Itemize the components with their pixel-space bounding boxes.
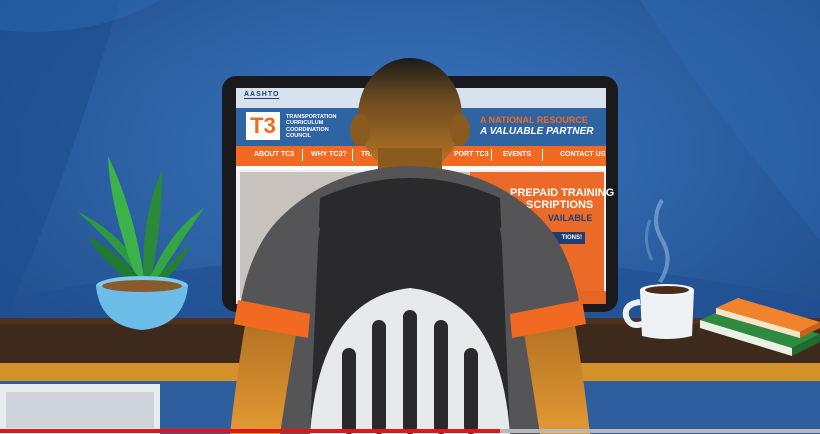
book-stack — [700, 298, 820, 356]
video-progress-played[interactable] — [0, 429, 500, 433]
potted-plant — [78, 156, 204, 330]
cabinet-drawer — [6, 392, 154, 428]
video-frame[interactable]: AASHTO T3 TRANSPORTATION CURRICULUM COOR… — [0, 0, 820, 434]
video-progress-remaining[interactable] — [500, 429, 820, 433]
person-at-desk — [230, 58, 590, 434]
